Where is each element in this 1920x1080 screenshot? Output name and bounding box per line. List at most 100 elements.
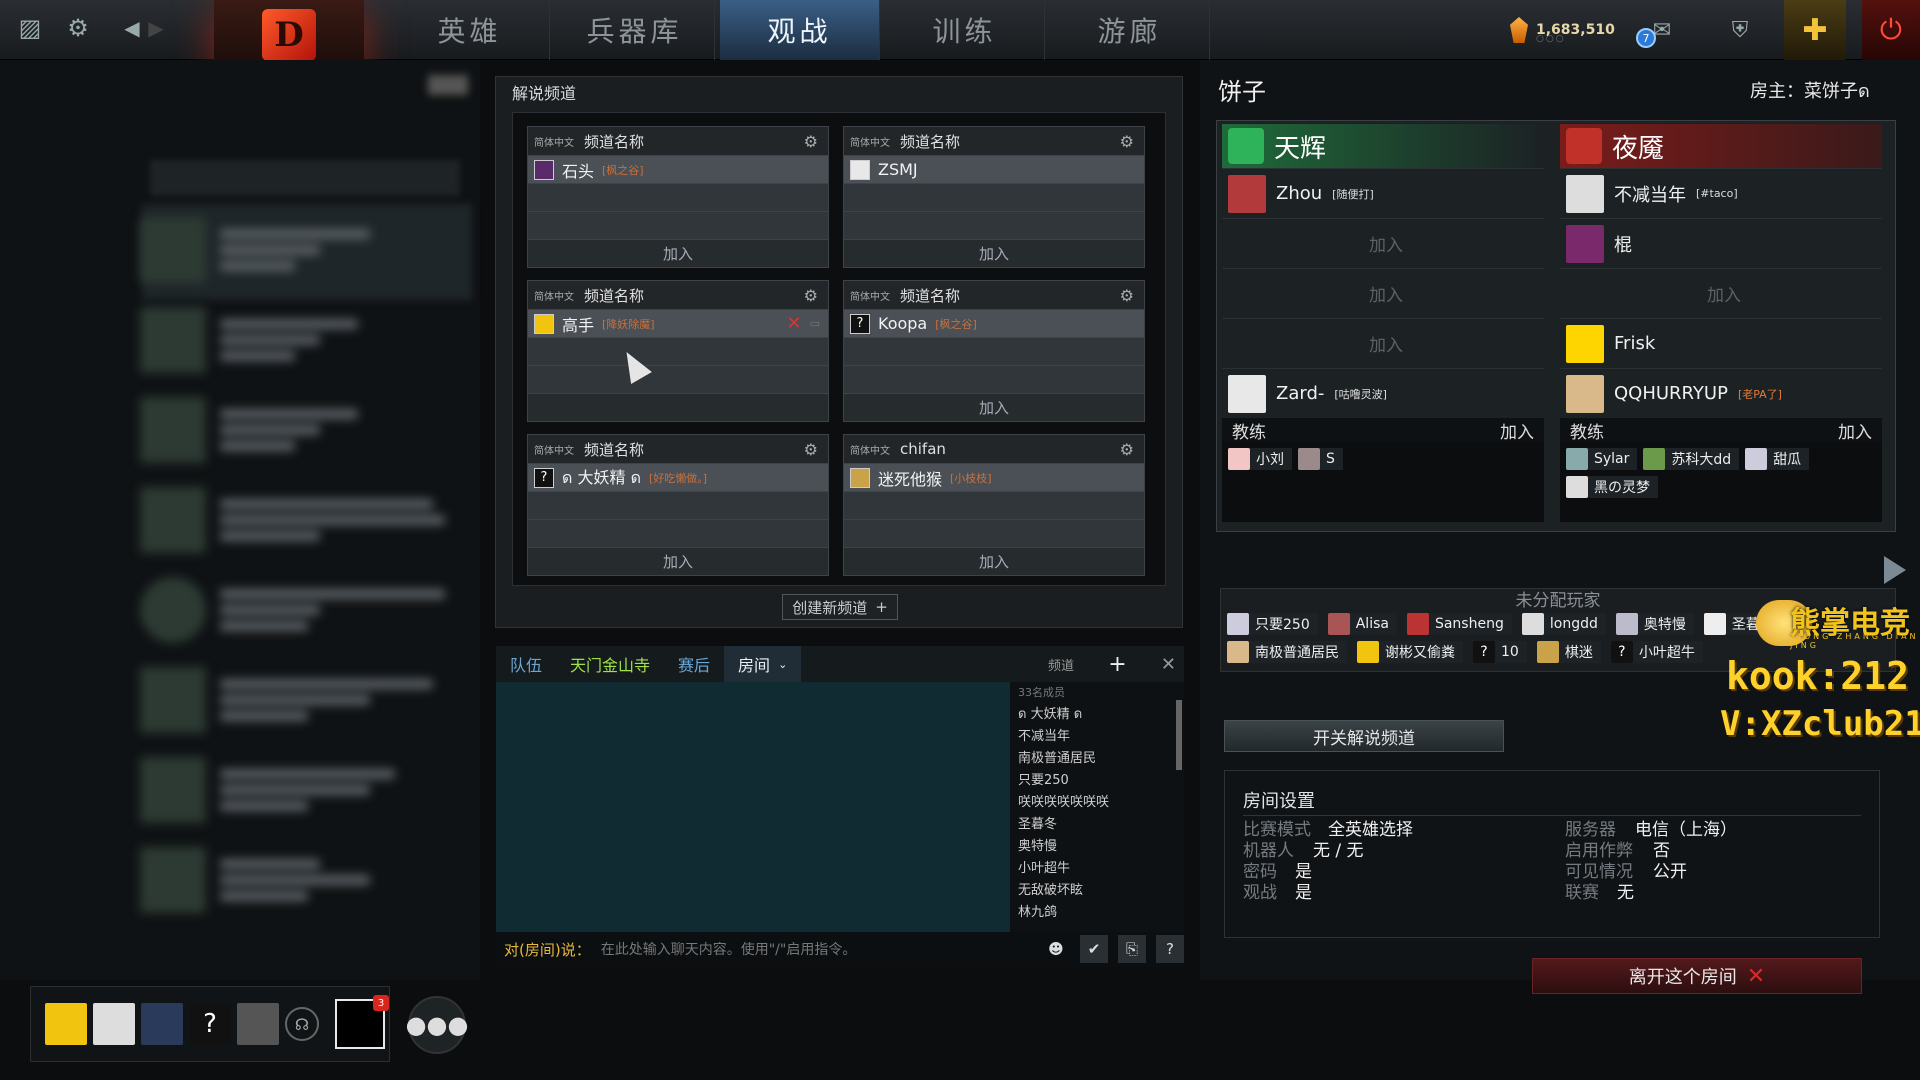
caster-slot[interactable]: ? Koopa [枫之谷] (844, 309, 1144, 337)
member-item[interactable]: 奥特慢 (1018, 836, 1176, 858)
chat-tab-guild[interactable]: 天门金山寺 (556, 646, 664, 682)
member-item[interactable]: ด 大妖精 ด (1018, 704, 1176, 726)
chat-input-bar[interactable]: 对(房间)说： 在此处输入聊天内容。使用"/"启用指令。 ☻ ✔ ⎘ ? (496, 932, 1184, 966)
unassigned-chip[interactable]: longdd (1521, 613, 1606, 635)
dota-menu-icon[interactable]: ▨ (14, 12, 46, 44)
chat-tab-postgame[interactable]: 赛后 (664, 646, 724, 682)
forward-arrow-icon[interactable]: ▶ (140, 12, 172, 44)
screenshot-icon[interactable]: ⎘ (1118, 935, 1146, 963)
join-button[interactable]: 加入 (528, 547, 828, 575)
join-button[interactable]: 加入 (844, 547, 1144, 575)
camera-icon[interactable]: ▭ (810, 317, 820, 330)
coach-join-button[interactable]: 加入 (1838, 418, 1872, 443)
chat-tab-party[interactable]: 队伍 (496, 646, 556, 682)
avatar (1228, 174, 1266, 213)
social-menu-button[interactable]: ●●● (406, 996, 468, 1054)
player-slot[interactable]: 棍 (1560, 218, 1882, 268)
party-avatar[interactable] (45, 1003, 87, 1045)
member-item[interactable]: 只要250 (1018, 770, 1176, 792)
player-slot[interactable]: Frisk (1560, 318, 1882, 368)
player-slot[interactable]: Zhou [随便打] (1222, 168, 1544, 218)
gear-icon[interactable]: ⚙ (804, 440, 818, 459)
toggle-broadcast-button[interactable]: 开关解说频道 (1224, 720, 1504, 752)
unassigned-chip[interactable]: 奥特慢 (1615, 613, 1694, 635)
tab-learn[interactable]: 训练 (885, 0, 1045, 60)
player-slot[interactable]: 不减当年 [#taco] (1560, 168, 1882, 218)
tab-heroes[interactable]: 英雄 (390, 0, 550, 60)
caster-slot[interactable]: ZSMJ (844, 155, 1144, 183)
member-item[interactable]: 林九鸽 (1018, 902, 1176, 924)
arrow-right-icon[interactable] (1884, 556, 1906, 584)
caster-slot[interactable]: 石头 [枫之谷] (528, 155, 828, 183)
coach-chip[interactable]: Sylar (1566, 448, 1638, 470)
join-button[interactable]: 加入 (844, 239, 1144, 267)
join-button[interactable]: 加入 (844, 393, 1144, 421)
dota-plus-button[interactable]: ✚ (1784, 0, 1846, 60)
unassigned-chip[interactable]: Sansheng (1406, 613, 1512, 635)
gear-icon[interactable]: ⚙ (62, 12, 94, 44)
gear-icon[interactable]: ⚙ (804, 286, 818, 305)
add-channel-icon[interactable]: + (1108, 652, 1126, 677)
member-item[interactable]: 圣暮冬 (1018, 814, 1176, 836)
member-item[interactable]: 无敌破坏眩 (1018, 880, 1176, 902)
create-channel-button[interactable]: 创建新频道 + (782, 594, 898, 620)
unassigned-chip[interactable]: 谢彬又偷粪 (1357, 641, 1463, 663)
unassigned-chip[interactable]: 南极普通居民 (1227, 641, 1347, 663)
party-avatar[interactable] (93, 1003, 135, 1045)
power-button[interactable]: ⏻ (1862, 0, 1920, 60)
member-item[interactable]: 南极普通居民 (1018, 748, 1176, 770)
shards-counter[interactable]: 1,683,510 ○○○ (1510, 14, 1615, 46)
unknown-avatar-icon[interactable]: ? (189, 1003, 231, 1045)
close-icon[interactable]: ✕ (787, 313, 802, 334)
player-slot[interactable]: QQHURRYUP [老PA了] (1560, 368, 1882, 418)
channel-label[interactable]: 频道 (1048, 655, 1074, 674)
coach-chip[interactable]: 小刘 (1228, 448, 1292, 470)
join-button[interactable]: 加入 (528, 239, 828, 267)
join-slot[interactable]: 加入 (1560, 268, 1882, 318)
emoji-icon[interactable]: ☻ (1042, 935, 1070, 963)
join-slot[interactable]: 加入 (1222, 218, 1544, 268)
gear-icon[interactable]: ⚙ (1120, 286, 1134, 305)
party-avatar[interactable] (141, 1003, 183, 1045)
player-slot[interactable]: Zard- [咕噜灵波] (1222, 368, 1544, 418)
chat-input[interactable]: 在此处输入聊天内容。使用"/"启用指令。 (601, 939, 1032, 959)
gear-icon[interactable]: ⚙ (1120, 132, 1134, 151)
help-icon[interactable]: ? (1156, 935, 1184, 963)
unassigned-chip[interactable]: ? 小叶超牛 (1610, 641, 1703, 663)
coach-chip[interactable]: S (1298, 448, 1343, 470)
close-icon[interactable]: ✕ (1161, 654, 1176, 675)
member-scrollbar[interactable] (1176, 700, 1182, 770)
unassigned-chip[interactable]: ? 10 (1473, 641, 1527, 663)
chat-tab-lobby[interactable]: 房间 ⌄ (724, 646, 802, 682)
member-item[interactable]: 小叶超牛 (1018, 858, 1176, 880)
armory-shield-icon[interactable]: ⛨ (1720, 10, 1760, 50)
party-invite-slot[interactable]: 3 (335, 995, 389, 1049)
member-item[interactable]: 咲咲咲咲咲咲咲 (1018, 792, 1176, 814)
leave-room-button[interactable]: 离开这个房间 ✕ (1532, 958, 1862, 994)
caster-slot[interactable]: 迷死他猴 [小枝枝] (844, 463, 1144, 491)
setting-value: 全英雄选择 (1328, 820, 1413, 840)
join-slot[interactable]: 加入 (1222, 318, 1544, 368)
tab-watch[interactable]: 观战 (720, 0, 880, 60)
coach-join-button[interactable]: 加入 (1500, 418, 1534, 443)
caster-slot[interactable]: 高手 [降妖除魔] ✕ ▭ (528, 309, 828, 337)
list-item (140, 390, 470, 470)
unassigned-chip[interactable]: 棋迷 (1536, 641, 1601, 663)
join-slot[interactable]: 加入 (1222, 268, 1544, 318)
caster-slot[interactable]: ? ด 大妖精 ด [好吃懒做。] (528, 463, 828, 491)
coach-chip[interactable]: 苏科大dd (1643, 448, 1740, 470)
coach-chip[interactable]: 甜瓜 (1745, 448, 1810, 470)
join-button[interactable] (528, 393, 828, 421)
headset-icon[interactable]: ☊ (285, 1007, 319, 1041)
tab-arcade[interactable]: 游廊 (1050, 0, 1210, 60)
coach-name: 甜瓜 (1773, 452, 1802, 468)
party-avatar[interactable] (237, 1003, 279, 1045)
unassigned-chip[interactable]: 只要250 (1227, 613, 1318, 635)
gear-icon[interactable]: ⚙ (1120, 440, 1134, 459)
tab-armory[interactable]: 兵器库 (555, 0, 715, 60)
unassigned-chip[interactable]: Alisa (1327, 613, 1397, 635)
member-item[interactable]: 不减当年 (1018, 726, 1176, 748)
check-icon[interactable]: ✔ (1080, 935, 1108, 963)
gear-icon[interactable]: ⚙ (804, 132, 818, 151)
coach-chip[interactable]: 黑の灵梦 (1566, 476, 1658, 498)
